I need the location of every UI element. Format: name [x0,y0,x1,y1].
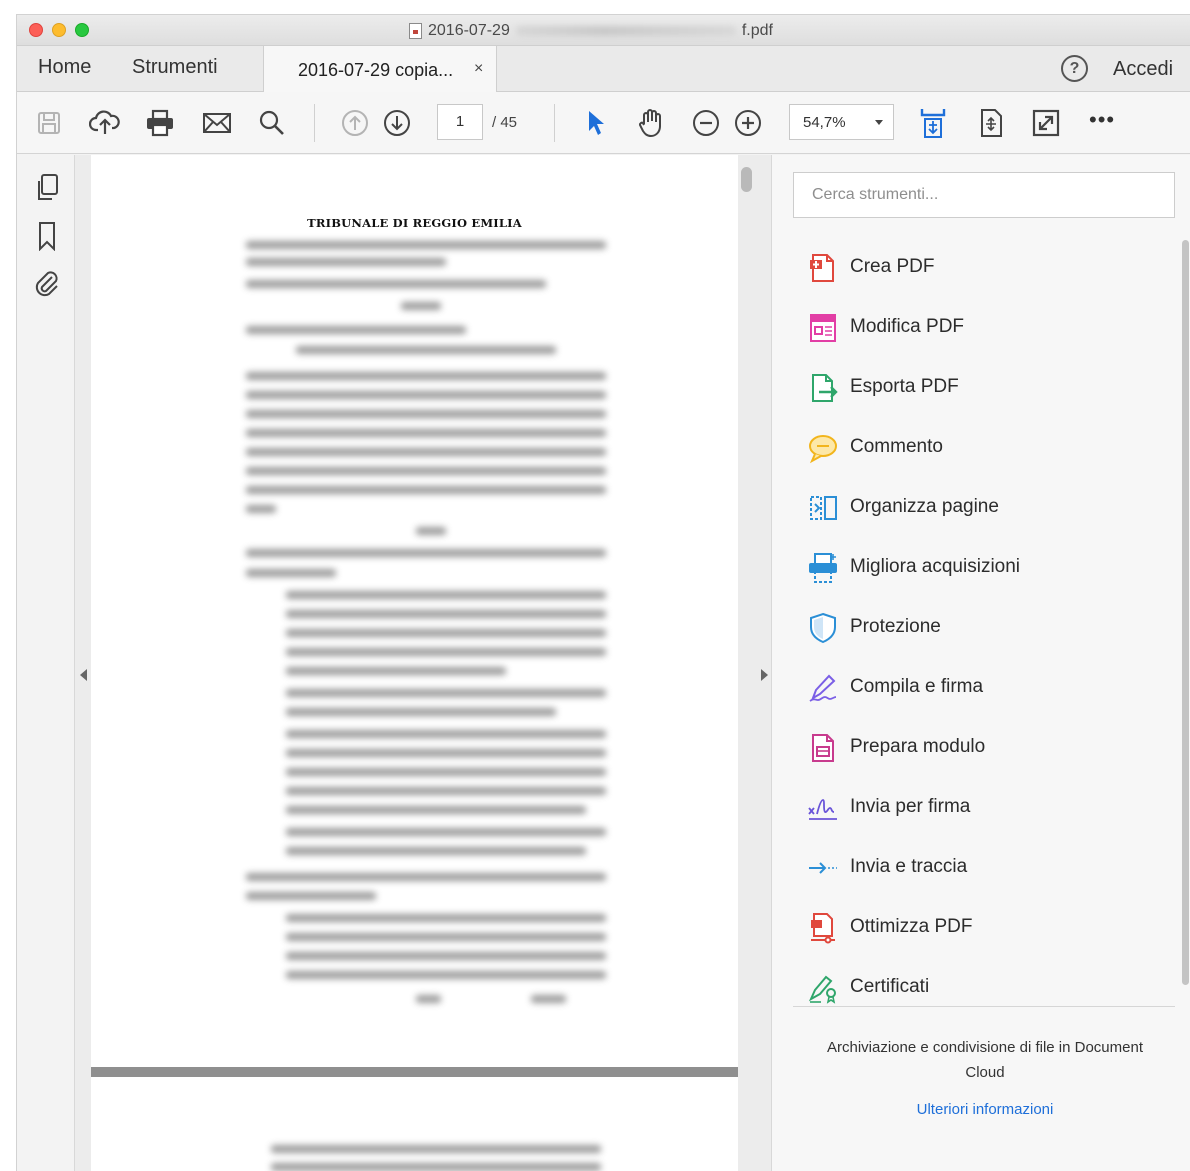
tools-pane: Crea PDF Modifica PDF Esporta PDF Commen… [771,155,1190,1171]
zoom-out-icon[interactable] [689,106,723,140]
protect-icon [810,612,836,644]
redacted-title-segment [515,26,736,36]
certificates-icon [808,975,836,1004]
edit-pdf-icon [810,314,836,342]
collapse-right-pane-icon[interactable] [761,669,768,681]
fit-page-icon[interactable] [916,106,950,140]
tool-organize-pages[interactable]: Organizza pagine [793,482,1163,532]
hand-tool-icon[interactable] [634,106,668,140]
tool-enhance-scans[interactable]: Migliora acquisizioni [793,542,1163,592]
pdf-file-icon [409,23,422,39]
tool-label: Prepara modulo [850,736,986,757]
tool-send-track[interactable]: Invia e traccia [793,842,1163,892]
tool-label: Esporta PDF [850,376,959,397]
attachment-icon[interactable] [33,268,61,298]
page-total: / 45 [492,114,518,131]
comment-icon [809,435,837,464]
fill-sign-icon [809,674,837,702]
search-tools-input[interactable] [793,172,1175,218]
tool-label: Compila e firma [850,676,984,697]
export-pdf-icon [812,374,838,402]
send-track-icon [809,862,837,874]
tool-send-for-signature[interactable]: Invia per firma [793,782,1163,832]
document-heading: TRIBUNALE DI REGGIO EMILIA [307,216,522,230]
tab-bar: Home Strumenti 2016-07-29 copia... × ? A… [17,46,1190,93]
learn-more-link[interactable]: Ulteriori informazioni [806,1101,1164,1118]
zoom-value: 54,7% [803,114,846,131]
chevron-down-icon [875,120,883,125]
pdf-page: TRIBUNALE DI REGGIO EMILIA [91,155,738,1067]
email-icon[interactable] [200,106,234,140]
tab-document[interactable]: 2016-07-29 copia... × [263,46,497,93]
window-title-suffix: f.pdf [741,22,773,39]
page-number-input[interactable]: 1 [437,104,483,140]
document-cloud-text: Archiviazione e condivisione di file in … [827,1039,1143,1081]
tool-label: Crea PDF [850,256,935,277]
minimize-window-button[interactable] [52,23,66,37]
enhance-scans-icon [809,553,837,583]
pdf-page [91,1077,738,1171]
tool-create-pdf[interactable]: Crea PDF [793,242,1163,292]
select-cursor-icon[interactable] [579,106,613,140]
tab-home[interactable]: Home [38,56,91,79]
tool-label: Modifica PDF [850,316,965,337]
main-toolbar: 1 / 45 54,7% ••• [17,92,1190,154]
next-page-icon[interactable] [380,106,414,140]
optimize-pdf-icon [811,913,835,944]
full-screen-icon[interactable] [1029,106,1063,140]
page-thumbnails-icon[interactable] [33,173,61,203]
tool-label: Invia per firma [850,796,971,817]
tool-label: Commento [850,436,943,457]
tool-label: Migliora acquisizioni [850,556,1021,577]
tool-certificates[interactable]: Certificati [793,962,1163,1012]
tool-fill-sign[interactable]: Compila e firma [793,662,1163,712]
tool-label: Ottimizza PDF [850,916,973,937]
close-tab-icon[interactable]: × [474,60,483,78]
tool-export-pdf[interactable]: Esporta PDF [793,362,1163,412]
tab-tools[interactable]: Strumenti [132,56,218,79]
previous-page-icon[interactable] [338,106,372,140]
tool-label: Certificati [850,976,930,997]
document-viewer[interactable]: TRIBUNALE DI REGGIO EMILIA [75,155,771,1171]
save-icon[interactable] [32,106,66,140]
tools-scrollbar[interactable] [1182,240,1189,985]
toolbar-divider [314,104,315,142]
tools-list: Crea PDF Modifica PDF Esporta PDF Commen… [793,237,1175,1007]
upload-cloud-icon[interactable] [88,106,122,140]
send-for-signature-icon [808,799,837,820]
tool-comment[interactable]: Commento [793,422,1163,472]
search-icon[interactable] [255,106,289,140]
toolbar-divider [554,104,555,142]
close-window-button[interactable] [29,23,43,37]
zoom-window-button[interactable] [75,23,89,37]
zoom-dropdown[interactable]: 54,7% [789,104,894,140]
rotate-page-icon[interactable] [974,106,1008,140]
collapse-left-pane-icon[interactable] [80,669,87,681]
prepare-form-icon [812,734,834,762]
tool-label: Protezione [850,616,941,637]
sign-in-button[interactable]: Accedi [1113,58,1173,81]
more-options-button[interactable]: ••• [1089,109,1115,131]
tool-protect[interactable]: Protezione [793,602,1163,652]
window-title: 2016-07-29 f.pdf [409,22,773,40]
tool-label: Invia e traccia [850,856,968,877]
app-window: 2016-07-29 f.pdf Home Strumenti 2016-07-… [16,14,1190,1171]
tool-optimize-pdf[interactable]: Ottimizza PDF [793,902,1163,952]
zoom-in-icon[interactable] [731,106,765,140]
print-icon[interactable] [143,106,177,140]
create-pdf-icon [810,254,834,282]
window-title-prefix: 2016-07-29 [428,22,510,39]
tool-label: Organizza pagine [850,496,999,517]
help-button[interactable]: ? [1061,55,1088,82]
bookmark-icon[interactable] [33,221,61,251]
organize-pages-icon [810,496,837,520]
left-navigation-pane [17,155,75,1171]
tool-edit-pdf[interactable]: Modifica PDF [793,302,1163,352]
title-bar: 2016-07-29 f.pdf [17,15,1190,46]
tool-prepare-form[interactable]: Prepara modulo [793,722,1163,772]
document-tab-label: 2016-07-29 copia... [298,60,454,80]
document-scrollbar[interactable] [741,167,752,192]
page-separator [91,1067,738,1077]
